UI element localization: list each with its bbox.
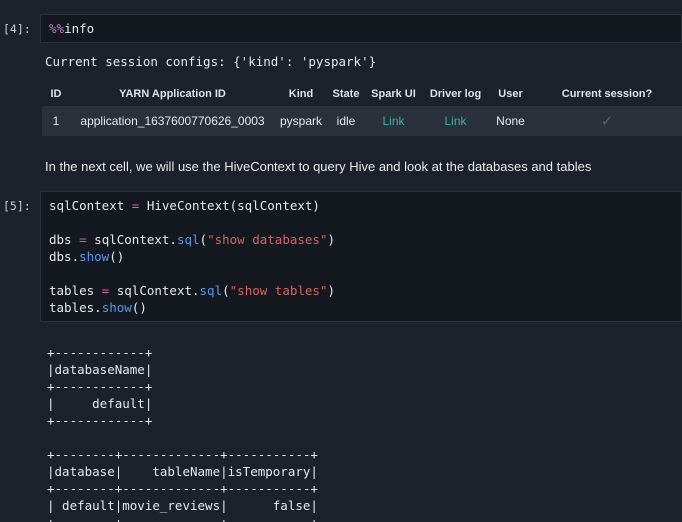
code-5: sqlContext = HiveContext(sqlContext) dbs… (49, 198, 336, 315)
spark-ui-link[interactable]: Link (382, 114, 404, 128)
column-header: Driver log (429, 88, 482, 100)
code-cell-5-input[interactable]: sqlContext = HiveContext(sqlContext) dbs… (40, 191, 682, 322)
session-kind: pyspark (279, 114, 323, 128)
current-session-check-icon: ✓ (600, 113, 614, 130)
notebook-page: [4]: %%info Current session configs: {'k… (0, 0, 682, 522)
markdown-paragraph: In the next cell, we will use the HiveCo… (45, 159, 592, 174)
driver-log-link[interactable]: Link (444, 114, 466, 128)
session-configs-line: Current session configs: {'kind': 'pyspa… (45, 54, 377, 69)
code-cell-4: [4]: %%info (0, 14, 682, 43)
code-cell-5: [5]: sqlContext = HiveContext(sqlContext… (0, 191, 682, 322)
column-header: YARN Application ID (119, 88, 226, 100)
column-header: Spark UI (371, 88, 416, 100)
yarn-application-id: application_1637600770626_0003 (80, 114, 265, 128)
code-4: %%info (49, 21, 95, 36)
session-user: None (496, 114, 525, 128)
code-cell-4-input[interactable]: %%info (40, 14, 682, 43)
column-header: ID (50, 88, 62, 100)
session-id: 1 (52, 114, 60, 128)
sessions-table-header-row: ID YARN Application ID Kind State Spark UI Dr… (42, 82, 682, 106)
session-row: 1 application_1637600770626_0003 pyspark id… (42, 106, 682, 136)
execution-prompt-4: [4]: (3, 22, 31, 36)
column-header: Kind (288, 88, 314, 100)
column-header: Current session? (561, 88, 653, 100)
sessions-table: ID YARN Application ID Kind State Spark UI Dr… (42, 82, 682, 136)
ascii-output: +------------+ |databaseName| +---------… (47, 345, 318, 522)
execution-prompt-5: [5]: (3, 199, 31, 213)
column-header: State (332, 88, 360, 100)
column-header: User (498, 88, 523, 100)
cell-4-output: Current session configs: {'kind': 'pyspa… (42, 53, 682, 136)
session-state: idle (336, 114, 356, 128)
